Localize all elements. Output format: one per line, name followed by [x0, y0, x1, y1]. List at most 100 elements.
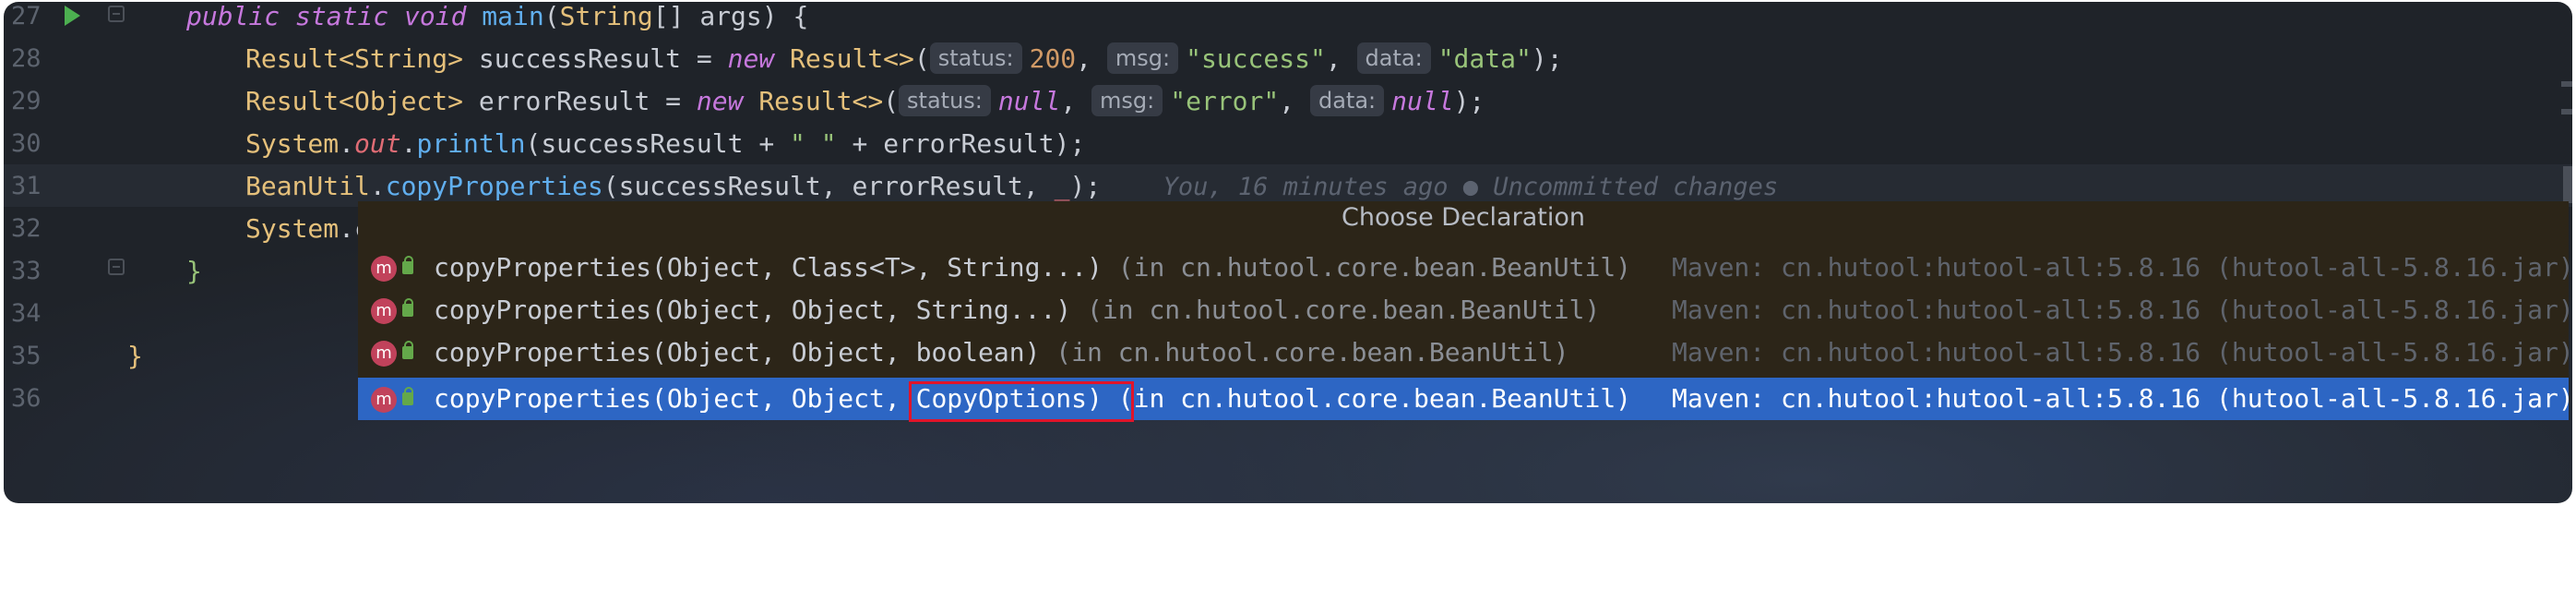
parameter-hint: status:: [929, 42, 1022, 74]
code-token: ,: [1279, 86, 1310, 116]
code-token: );: [1069, 171, 1102, 201]
code-token: Result<>: [790, 43, 914, 74]
parameter-hint: data:: [1356, 42, 1431, 74]
declaration-option-selected[interactable]: m copyProperties(Object, Object, CopyOpt…: [358, 378, 2574, 420]
line-number: 29: [11, 87, 42, 115]
code-line-33[interactable]: }: [186, 250, 202, 293]
code-token: .: [400, 128, 417, 159]
fold-icon[interactable]: [108, 6, 125, 22]
code-token: copyProperties: [385, 171, 603, 201]
public-access-icon: [402, 341, 413, 359]
code-token: Result<>: [758, 86, 884, 116]
code-token: "success": [1186, 43, 1326, 74]
declaring-class: (in cn.hutool.core.bean.BeanUtil): [1102, 252, 1632, 283]
code-token: new: [696, 86, 744, 116]
code-line-27[interactable]: public static void main(String[] args) {: [186, 2, 808, 38]
code-token: );: [1531, 43, 1563, 74]
code-token: System: [245, 128, 340, 159]
code-token: BeanUtil: [245, 171, 370, 201]
scrollbar-marker[interactable]: [2561, 81, 2572, 87]
line-number: 27: [11, 2, 42, 30]
code-token: new: [727, 43, 775, 74]
line-number: 31: [11, 172, 42, 200]
declaration-signature: copyProperties(Object, Object, boolean) …: [434, 331, 1569, 374]
code-token: System: [245, 213, 340, 244]
code-token: + errorResult);: [836, 128, 1086, 159]
library-source: Maven: cn.hutool:hutool-all:5.8.16 (huto…: [1672, 252, 2574, 283]
code-token: " ": [790, 128, 837, 159]
code-token: .: [369, 171, 386, 201]
caret-position: _: [1054, 171, 1070, 201]
method-icon: m: [371, 256, 397, 282]
method-icon: m: [371, 341, 397, 367]
method-icon: m: [371, 387, 397, 413]
library-source: Maven: cn.hutool:hutool-all:5.8.16 (huto…: [1672, 383, 2574, 414]
library-source: Maven: cn.hutool:hutool-all:5.8.16 (huto…: [1672, 295, 2574, 325]
declaration-option[interactable]: m copyProperties(Object, Object, boolean…: [358, 331, 2574, 374]
code-token: (: [883, 86, 900, 116]
declaring-class: (in cn.hutool.core.bean.BeanUtil): [1102, 383, 1632, 414]
code-line-29[interactable]: Result<Object> errorResult = new Result<…: [245, 80, 1485, 123]
declaration-signature: copyProperties(Object, Object, String...…: [434, 289, 1600, 331]
git-blame-annotation: You, 16 minutes ago ● Uncommitted change…: [1163, 173, 1779, 201]
declaration-signature: copyProperties(Object, Class<T>, String.…: [434, 247, 1631, 289]
annotation-highlight-box: [909, 381, 1134, 422]
method-signature: copyProperties(Object, Class<T>, String.…: [434, 252, 1103, 283]
line-number: 35: [11, 342, 42, 370]
code-token: ,: [1076, 43, 1107, 74]
line-number: 36: [11, 384, 42, 413]
scrollbar-thumb[interactable]: [2563, 166, 2572, 203]
code-token: ,: [1325, 43, 1357, 74]
code-token: .: [339, 128, 355, 159]
line-number: 32: [11, 214, 42, 243]
library-source: Maven: cn.hutool:hutool-all:5.8.16 (huto…: [1672, 337, 2574, 367]
code-token: main: [482, 2, 544, 31]
popup-title: Choose Declaration: [1342, 203, 1585, 232]
code-line-35[interactable]: }: [127, 335, 143, 378]
declaring-class: (in cn.hutool.core.bean.BeanUtil): [1040, 337, 1569, 367]
code-line-32[interactable]: System.c: [245, 208, 370, 250]
run-gutter-icon[interactable]: [65, 6, 80, 26]
parameter-hint: msg:: [1091, 85, 1163, 116]
parameter-hint: msg:: [1106, 42, 1179, 74]
code-token: errorResult =: [463, 86, 697, 116]
code-line-30[interactable]: System.out.println(successResult + " " +…: [245, 123, 1085, 165]
code-token: );: [1453, 86, 1485, 116]
declaration-option[interactable]: m copyProperties(Object, Object, String.…: [358, 289, 2574, 331]
code-line-28[interactable]: Result<String> successResult = new Resul…: [245, 38, 1563, 80]
declaring-class: (in cn.hutool.core.bean.BeanUtil): [1071, 295, 1601, 325]
code-token: Result<Object>: [245, 86, 464, 116]
code-token: (successResult, errorResult,: [602, 171, 1055, 201]
code-token: null: [1391, 86, 1454, 116]
public-access-icon: [402, 256, 413, 274]
code-token: "error": [1170, 86, 1280, 116]
code-token: (: [913, 43, 930, 74]
editor-gutter: 27 28 29 30 31 32 33 34 35 36: [4, 2, 133, 503]
fold-icon[interactable]: [108, 259, 125, 275]
code-token: ,: [1060, 86, 1092, 116]
scrollbar-marker[interactable]: [2561, 109, 2572, 114]
code-token: successResult =: [463, 43, 728, 74]
method-icon: m: [371, 298, 397, 324]
code-token: "data": [1437, 43, 1532, 74]
line-number: 34: [11, 299, 42, 328]
code-token: Result<String>: [245, 43, 464, 74]
line-number: 33: [11, 257, 42, 285]
code-token: String: [559, 2, 653, 31]
line-number: 28: [11, 44, 42, 73]
declaration-option[interactable]: m copyProperties(Object, Class<T>, Strin…: [358, 247, 2574, 289]
code-token: null: [997, 86, 1061, 116]
code-token: [] args) {: [652, 2, 809, 31]
code-token: out: [354, 128, 401, 159]
code-token: (: [543, 2, 560, 31]
method-signature: copyProperties(Object, Object, boolean): [434, 337, 1041, 367]
public-access-icon: [402, 387, 413, 405]
code-token: public static void: [186, 2, 483, 31]
code-token: (successResult +: [525, 128, 791, 159]
parameter-hint: data:: [1309, 85, 1385, 116]
code-token: 200: [1029, 43, 1077, 74]
parameter-hint: status:: [899, 85, 991, 116]
public-access-icon: [402, 298, 413, 317]
